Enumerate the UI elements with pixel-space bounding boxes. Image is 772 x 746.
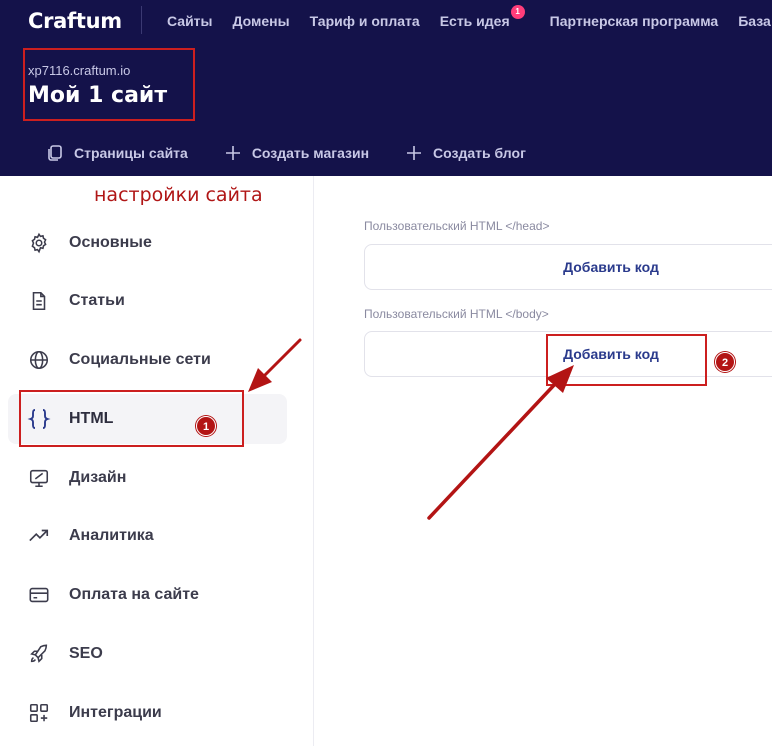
sidebar-item-label: Интеграции: [69, 704, 162, 721]
top-header: Craftum Сайты Домены Тариф и оплата Есть…: [0, 0, 772, 176]
nav-item-partner[interactable]: Партнерская программа: [550, 13, 719, 29]
add-head-code-label: Добавить код: [563, 259, 659, 275]
sidebar-item-seo[interactable]: SEO: [8, 629, 287, 679]
sidebar-item-general[interactable]: Основные: [8, 218, 287, 268]
sidebar-item-integrations[interactable]: Интеграции: [8, 688, 287, 738]
subnav-create-shop-label: Создать магазин: [251, 145, 370, 161]
sidebar-item-label: Дизайн: [69, 469, 127, 486]
craftum-logo[interactable]: Craftum: [28, 8, 122, 34]
subnav-pages[interactable]: Страницы сайта: [46, 144, 188, 162]
subnav-create-blog[interactable]: Создать блог: [405, 144, 526, 162]
settings-sidebar: настройки сайта Основные Статьи Социальн…: [0, 176, 314, 746]
body-html-label: Пользовательский HTML </body>: [364, 307, 549, 321]
gear-icon: [27, 231, 51, 255]
globe-icon: [27, 348, 51, 372]
nav-item-idea[interactable]: Есть идея 1: [439, 5, 525, 29]
nav-divider: [141, 6, 142, 34]
plus-icon: [407, 146, 422, 160]
card-icon: [27, 583, 51, 607]
trend-icon: [27, 524, 51, 548]
site-subnav: Страницы сайта Создать магазин Создать б…: [46, 142, 562, 164]
main-nav: Сайты Домены Тариф и оплата Есть идея 1 П…: [157, 0, 772, 42]
html-settings-panel: Пользовательский HTML </head> Добавить к…: [315, 176, 772, 746]
nav-item-domains[interactable]: Домены: [233, 13, 290, 29]
sidebar-item-label: Основные: [69, 234, 152, 251]
site-title: Мой 1 сайт: [28, 83, 168, 108]
sidebar-item-label: Оплата на сайте: [69, 586, 199, 603]
step-1-badge: 1: [196, 416, 216, 436]
document-icon: [27, 289, 51, 313]
add-head-code-button[interactable]: Добавить код: [364, 244, 772, 290]
grid-plus-icon: [27, 701, 51, 725]
sidebar-item-analytics[interactable]: Аналитика: [8, 511, 287, 561]
pages-icon: [48, 145, 62, 161]
rocket-icon: [27, 642, 51, 666]
sidebar-item-social[interactable]: Социальные сети: [8, 335, 287, 385]
annotation-site-settings: настройки сайта: [94, 184, 263, 206]
plus-icon: [225, 146, 240, 160]
sidebar-item-payment[interactable]: Оплата на сайте: [8, 570, 287, 620]
idea-badge: 1: [510, 5, 525, 19]
sidebar-item-label: Социальные сети: [69, 351, 211, 368]
nav-item-base[interactable]: База: [738, 13, 771, 29]
sidebar-item-articles[interactable]: Статьи: [8, 276, 287, 326]
head-html-label: Пользовательский HTML </head>: [364, 219, 550, 233]
nav-item-tariff[interactable]: Тариф и оплата: [310, 13, 420, 29]
site-domain[interactable]: xp7116.craftum.io: [28, 63, 130, 78]
subnav-create-shop[interactable]: Создать магазин: [224, 144, 369, 162]
sidebar-item-label: Статьи: [69, 292, 125, 309]
subnav-create-blog-label: Создать блог: [433, 145, 526, 161]
nav-item-sites[interactable]: Сайты: [167, 13, 213, 29]
design-icon: [27, 466, 51, 490]
subnav-pages-label: Страницы сайта: [74, 145, 188, 161]
sidebar-item-label: SEO: [69, 645, 103, 662]
add-code-highlight-box: [546, 334, 707, 386]
sidebar-item-label: Аналитика: [69, 527, 154, 544]
nav-item-idea-label: Есть идея: [439, 13, 510, 29]
step-2-badge: 2: [715, 352, 735, 372]
sidebar-item-design[interactable]: Дизайн: [8, 453, 287, 503]
